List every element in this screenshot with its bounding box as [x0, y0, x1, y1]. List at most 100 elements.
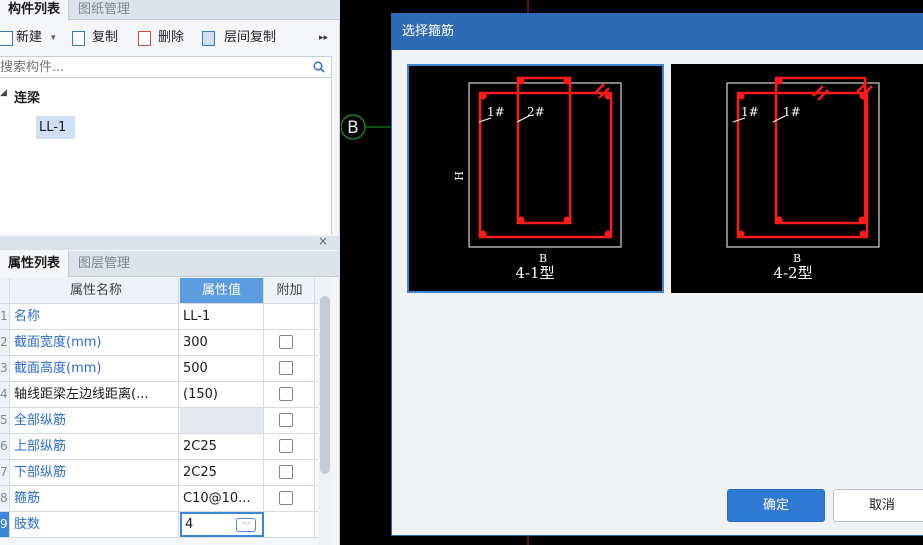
- table-header-row: 属性名称 属性值 附加: [0, 278, 318, 304]
- header-property-name: 属性名称: [11, 278, 179, 303]
- extra-checkbox[interactable]: [279, 465, 293, 479]
- new-dropdown-chevron-icon[interactable]: ▾: [51, 28, 56, 48]
- component-tabbar: 构件列表 图纸管理: [0, 0, 340, 20]
- component-toolbar: 新建 ▾ 复制 删除 层间复制 ▸▸: [0, 22, 340, 54]
- table-row[interactable]: 9 肢数 4 ···: [0, 512, 318, 538]
- property-name: 箍筋: [11, 486, 179, 511]
- extra-checkbox[interactable]: [279, 387, 293, 401]
- property-name: 截面高度(mm): [11, 356, 179, 381]
- extra-checkbox[interactable]: [279, 439, 293, 453]
- table-row[interactable]: 4 轴线距梁左边线距离(... (150): [0, 382, 318, 408]
- delete-icon: [138, 31, 151, 46]
- property-name: 全部纵筋: [11, 408, 179, 433]
- property-value[interactable]: [180, 408, 264, 433]
- table-row[interactable]: 3 截面高度(mm) 500: [0, 356, 318, 382]
- tab-component-list[interactable]: 构件列表: [0, 0, 70, 20]
- tab-property-list[interactable]: 属性列表: [0, 251, 70, 277]
- dialog-title: 选择箍筋: [392, 14, 923, 50]
- property-value[interactable]: LL-1: [180, 304, 264, 329]
- extra-cell: [265, 486, 315, 511]
- extra-cell: [265, 304, 315, 329]
- component-tree: ◢ 连梁 LL-1: [0, 79, 332, 234]
- row-index: 3: [0, 356, 10, 381]
- ellipsis-button[interactable]: ···: [236, 518, 256, 532]
- property-value[interactable]: 500: [180, 356, 264, 381]
- table-row[interactable]: 8 箍筋 C10@10...: [0, 486, 318, 512]
- select-stirrup-dialog: 选择箍筋 1# 2# H B 4-1型 1# 1# B 4-2型 确定 取消: [391, 13, 923, 536]
- extra-checkbox[interactable]: [279, 413, 293, 427]
- property-name: 轴线距梁左边线距离(...: [11, 382, 179, 407]
- extra-cell: [265, 382, 315, 407]
- extra-checkbox[interactable]: [279, 491, 293, 505]
- stirrup-tag-left: 1#: [741, 105, 759, 119]
- option-caption: 4-2型: [773, 264, 812, 282]
- property-value[interactable]: C10@10...: [180, 486, 264, 511]
- property-value[interactable]: 2C25: [180, 460, 264, 485]
- extra-cell: [265, 330, 315, 355]
- table-row[interactable]: 5 全部纵筋: [0, 408, 318, 434]
- search-input[interactable]: [0, 57, 300, 77]
- header-extra: 附加: [265, 278, 315, 303]
- floor-copy-icon: [202, 31, 215, 46]
- cancel-button[interactable]: 取消: [833, 489, 923, 522]
- row-index: 9: [0, 512, 10, 537]
- row-index: 4: [0, 382, 10, 407]
- search-icon[interactable]: [313, 61, 325, 73]
- search-box: [0, 56, 332, 78]
- more-tools-icon[interactable]: ▸▸: [319, 28, 328, 48]
- floor-copy-button[interactable]: 层间复制: [224, 28, 276, 48]
- property-value[interactable]: 2C25: [180, 434, 264, 459]
- stirrup-option-4-1[interactable]: 1# 2# H B 4-1型: [407, 64, 664, 293]
- stirrup-4-1-diagram: 1# 2# H B 4-1型: [453, 76, 622, 282]
- header-index-cell: [0, 278, 10, 303]
- extra-cell: [265, 460, 315, 485]
- table-row[interactable]: 1 名称 LL-1: [0, 304, 318, 330]
- copy-icon: [72, 31, 85, 46]
- ok-button[interactable]: 确定: [727, 489, 825, 522]
- table-row[interactable]: 7 下部纵筋 2C25: [0, 460, 318, 486]
- axis-label-b: B: [347, 118, 359, 138]
- row-index: 1: [0, 304, 10, 329]
- stirrup-option-4-2[interactable]: 1# 1# B 4-2型: [671, 64, 923, 293]
- new-button[interactable]: 新建: [16, 28, 42, 48]
- header-property-value: 属性值: [180, 278, 264, 303]
- stirrup-tag-right: 2#: [527, 105, 545, 119]
- row-index: 7: [0, 460, 10, 485]
- row-index: 8: [0, 486, 10, 511]
- table-row[interactable]: 6 上部纵筋 2C25: [0, 434, 318, 460]
- property-tabbar: 属性列表 图层管理: [0, 251, 340, 277]
- tree-leaf-ll1[interactable]: LL-1: [36, 116, 75, 139]
- height-label: H: [453, 171, 466, 181]
- delete-button[interactable]: 删除: [158, 28, 184, 48]
- new-icon: [0, 31, 13, 46]
- property-scrollbar-thumb[interactable]: [320, 296, 330, 474]
- copy-button[interactable]: 复制: [92, 28, 118, 48]
- collapse-triangle-icon[interactable]: ◢: [0, 88, 7, 98]
- stirrup-tag-right: 1#: [783, 105, 801, 119]
- app-window: 构件列表 图纸管理 新建 ▾ 复制 删除 层间复制 ▸▸ ◢ 连梁 LL-1: [0, 0, 923, 545]
- property-name: 名称: [11, 304, 179, 329]
- row-index: 5: [0, 408, 10, 433]
- tab-layer-management[interactable]: 图层管理: [70, 251, 138, 277]
- extra-cell: [265, 512, 315, 537]
- tree-group-lianliang[interactable]: 连梁: [14, 87, 40, 106]
- extra-checkbox[interactable]: [279, 361, 293, 375]
- property-value[interactable]: (150): [180, 382, 264, 407]
- row-index: 6: [0, 434, 10, 459]
- table-row[interactable]: 2 截面宽度(mm) 300: [0, 330, 318, 356]
- extra-cell: [265, 356, 315, 381]
- panel-splitter: ×: [0, 234, 340, 250]
- property-name: 下部纵筋: [11, 460, 179, 485]
- left-panel: 构件列表 图纸管理 新建 ▾ 复制 删除 层间复制 ▸▸ ◢ 连梁 LL-1: [0, 0, 340, 545]
- extra-cell: [265, 434, 315, 459]
- property-value[interactable]: 300: [180, 330, 264, 355]
- property-name: 肢数: [11, 512, 179, 537]
- close-icon[interactable]: ×: [318, 234, 328, 248]
- stirrup-4-2-diagram: 1# 1# B 4-2型: [726, 76, 880, 282]
- property-name: 截面宽度(mm): [11, 330, 179, 355]
- extra-checkbox[interactable]: [279, 335, 293, 349]
- stirrup-tag-left: 1#: [487, 105, 505, 119]
- tab-drawing-management[interactable]: 图纸管理: [70, 0, 138, 20]
- row-index: 2: [0, 330, 10, 355]
- option-caption: 4-1型: [515, 264, 554, 282]
